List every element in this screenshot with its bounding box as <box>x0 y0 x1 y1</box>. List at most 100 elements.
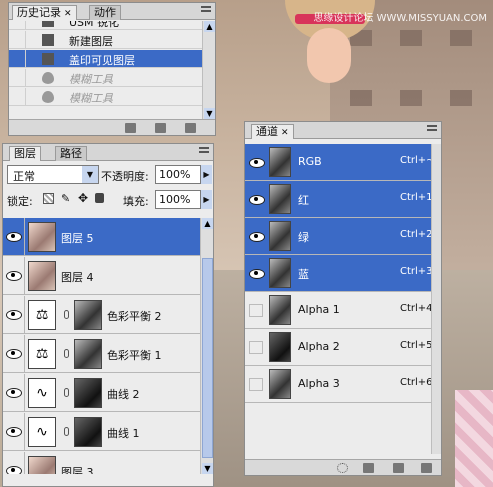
save-selection-icon[interactable] <box>363 463 374 473</box>
new-channel-icon[interactable] <box>393 463 404 473</box>
tab-history[interactable]: 历史记录 ✕ <box>12 5 77 20</box>
eye-icon[interactable] <box>249 231 265 242</box>
channel-row[interactable]: 蓝 Ctrl+3 <box>245 255 433 292</box>
tab-actions[interactable]: 动作 <box>89 5 121 20</box>
visibility-box[interactable] <box>249 304 263 317</box>
link-icon <box>64 427 69 436</box>
layer-name: 色彩平衡 2 <box>107 310 162 323</box>
history-checkbox[interactable] <box>9 31 26 49</box>
channel-shortcut: Ctrl+2 <box>400 229 433 240</box>
channel-shortcut: Ctrl+4 <box>400 303 433 314</box>
layer-row[interactable]: ∿ 曲线 1 <box>3 413 200 451</box>
eye-icon[interactable] <box>6 465 22 474</box>
chevron-down-icon[interactable]: ▼ <box>82 166 98 183</box>
history-checkbox[interactable] <box>9 21 26 30</box>
eye-icon[interactable] <box>6 309 22 320</box>
close-icon[interactable]: ✕ <box>281 128 289 138</box>
tab-paths[interactable]: 路径 <box>55 146 87 161</box>
document-icon <box>42 53 54 65</box>
history-item[interactable]: 模糊工具 <box>9 88 202 106</box>
channel-row[interactable]: Alpha 3 Ctrl+6 <box>245 366 433 403</box>
umbrella <box>455 390 493 487</box>
eye-icon[interactable] <box>6 348 22 359</box>
snapshot-icon[interactable] <box>125 123 136 133</box>
history-scrollbar[interactable]: ▲ ▼ <box>202 21 215 119</box>
eye-icon[interactable] <box>6 231 22 242</box>
trash-icon[interactable] <box>185 123 196 133</box>
layer-row[interactable]: ⚖ 色彩平衡 1 <box>3 335 200 373</box>
lock-transparent-icon[interactable] <box>43 193 54 204</box>
channel-thumbnail <box>269 295 291 325</box>
lock-label: 锁定: <box>7 195 33 208</box>
layer-row[interactable]: ⚖ 色彩平衡 2 <box>3 296 200 334</box>
channel-shortcut: Ctrl+3 <box>400 266 433 277</box>
eye-icon[interactable] <box>249 268 265 279</box>
visibility-box[interactable] <box>249 341 263 354</box>
panel-menu-icon[interactable] <box>427 125 437 135</box>
move-icon[interactable]: ✥ <box>78 191 88 205</box>
tab-layers[interactable]: 图层 <box>9 146 41 161</box>
eye-icon[interactable] <box>249 194 265 205</box>
history-item-label: 盖印可见图层 <box>69 54 135 67</box>
tab-channels[interactable]: 通道 ✕ <box>251 124 294 139</box>
link-icon <box>64 349 69 358</box>
history-panel: 历史记录 ✕ 动作 USM 锐化 新建图层 盖印可见图层 模糊工具 模糊工具 ▲ ▼ <box>8 2 216 136</box>
eye-icon[interactable] <box>6 270 22 281</box>
history-item[interactable]: 盖印可见图层 <box>9 50 202 68</box>
channel-shortcut: Ctrl+5 <box>400 340 433 351</box>
trash-icon[interactable] <box>421 463 432 473</box>
blend-mode-select[interactable]: 正常 ▼ <box>7 165 99 184</box>
history-checkbox[interactable] <box>9 50 26 68</box>
visibility-box[interactable] <box>249 378 263 391</box>
scroll-down-icon[interactable]: ▼ <box>202 463 213 474</box>
channel-row[interactable]: RGB Ctrl+~ <box>245 144 435 181</box>
channel-thumbnail <box>269 258 291 288</box>
layer-separator <box>24 257 25 295</box>
panel-menu-icon[interactable] <box>199 147 209 157</box>
layer-row[interactable]: 图层 5 <box>3 218 200 256</box>
eye-icon[interactable] <box>6 387 22 398</box>
opacity-field[interactable]: 100% <box>155 165 201 184</box>
watermark: 思缘设计论坛 WWW.MISSYUAN.COM <box>313 13 487 24</box>
layers-scrollbar[interactable]: ▲ ▼ <box>200 218 213 474</box>
channel-thumbnail <box>269 147 291 177</box>
channels-scrollbar[interactable] <box>431 144 441 454</box>
history-toolbar <box>9 119 215 135</box>
channel-row[interactable]: Alpha 2 Ctrl+5 <box>245 329 433 366</box>
mask-thumbnail <box>74 339 102 369</box>
scroll-up-icon[interactable]: ▲ <box>202 218 213 229</box>
history-item[interactable]: USM 锐化 <box>9 21 202 30</box>
layer-row[interactable]: 图层 4 <box>3 257 200 295</box>
channel-shortcut: Ctrl+6 <box>400 377 433 388</box>
load-selection-icon[interactable] <box>337 463 348 473</box>
history-checkbox[interactable] <box>9 88 26 106</box>
channel-name: RGB <box>298 155 322 168</box>
camera-icon[interactable] <box>155 123 166 133</box>
scroll-up-icon[interactable]: ▲ <box>204 21 215 32</box>
lock-icon[interactable] <box>95 193 104 203</box>
channel-row[interactable]: 绿 Ctrl+2 <box>245 218 433 255</box>
layer-row[interactable]: 图层 3 <box>3 452 200 474</box>
layers-panel: 图层 路径 正常 ▼ 不透明度: 100% ▶ 锁定: ✎ ✥ 填充: 100%… <box>2 143 214 487</box>
panel-menu-icon[interactable] <box>201 6 211 16</box>
history-item-label: 模糊工具 <box>69 92 113 105</box>
history-item[interactable]: 模糊工具 <box>9 69 202 87</box>
fill-field[interactable]: 100% <box>155 190 201 209</box>
scroll-thumb[interactable] <box>202 258 213 458</box>
fill-arrow-icon[interactable]: ▶ <box>201 190 212 209</box>
eye-icon[interactable] <box>6 426 22 437</box>
history-checkbox[interactable] <box>9 69 26 87</box>
channel-row[interactable]: 红 Ctrl+1 <box>245 181 433 218</box>
channel-row[interactable]: Alpha 1 Ctrl+4 <box>245 292 433 329</box>
layer-row[interactable]: ∿ 曲线 2 <box>3 374 200 412</box>
scroll-down-icon[interactable]: ▼ <box>204 108 215 119</box>
history-item[interactable]: 新建图层 <box>9 31 202 49</box>
layer-name: 图层 3 <box>61 466 94 474</box>
opacity-arrow-icon[interactable]: ▶ <box>201 165 212 184</box>
channel-thumbnail <box>269 221 291 251</box>
eye-icon[interactable] <box>249 157 265 168</box>
layer-thumbnail <box>28 261 56 291</box>
mask-thumbnail <box>74 378 102 408</box>
brush-icon[interactable]: ✎ <box>61 192 70 205</box>
close-icon[interactable]: ✕ <box>64 9 72 19</box>
